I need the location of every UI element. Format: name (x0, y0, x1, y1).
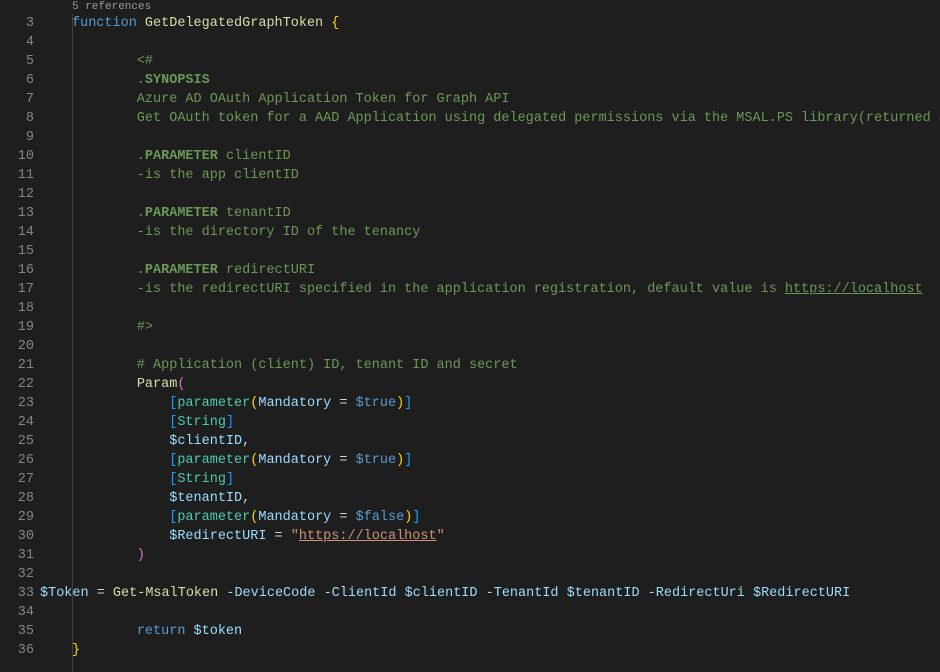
line-number: 27 (0, 470, 34, 489)
code-line[interactable] (40, 128, 940, 147)
code-line[interactable]: $RedirectURI = "https://localhost" (40, 527, 940, 546)
code-line[interactable]: $clientID, (40, 432, 940, 451)
codelens-references[interactable]: 5 references (40, 0, 940, 14)
line-number: 17 (0, 280, 34, 299)
line-number: 13 (0, 204, 34, 223)
code-line[interactable]: .PARAMETER redirectURI (40, 261, 940, 280)
code-line[interactable]: .PARAMETER clientID (40, 147, 940, 166)
line-number: 10 (0, 147, 34, 166)
code-area[interactable]: 5 references function GetDelegatedGraphT… (40, 0, 940, 672)
line-number: 8 (0, 109, 34, 128)
code-line[interactable] (40, 242, 940, 261)
code-line[interactable]: function GetDelegatedGraphToken { (40, 14, 940, 33)
line-number: 26 (0, 451, 34, 470)
code-line[interactable]: -is the directory ID of the tenancy (40, 223, 940, 242)
code-line[interactable] (40, 299, 940, 318)
code-line[interactable] (40, 185, 940, 204)
line-number: 36 (0, 641, 34, 660)
type-string: String (177, 472, 226, 487)
line-number: 9 (0, 128, 34, 147)
code-line[interactable] (40, 337, 940, 356)
code-line[interactable]: Param( (40, 375, 940, 394)
code-line[interactable]: [parameter(Mandatory = $false)] (40, 508, 940, 527)
attr-parameter: parameter (177, 453, 250, 468)
paren: ) (137, 548, 145, 563)
code-line[interactable]: $tenantID, (40, 489, 940, 508)
line-number: 7 (0, 90, 34, 109)
line-number: 21 (0, 356, 34, 375)
line-number: 22 (0, 375, 34, 394)
line-number: 4 (0, 33, 34, 52)
code-line[interactable]: Get OAuth token for a AAD Application us… (40, 109, 940, 128)
line-number: 14 (0, 223, 34, 242)
type-string: String (177, 415, 226, 430)
doc-keyword: PARAMETER (145, 149, 218, 164)
code-editor[interactable]: 3 4 5 6 7 8 9 10 11 12 13 14 15 16 17 18… (0, 0, 940, 672)
doc-keyword: SYNOPSIS (145, 73, 210, 88)
line-number: 11 (0, 166, 34, 185)
keyword-return: return (137, 624, 186, 639)
line-number-gutter: 3 4 5 6 7 8 9 10 11 12 13 14 15 16 17 18… (0, 0, 40, 672)
attr-parameter: parameter (177, 396, 250, 411)
line-number: 23 (0, 394, 34, 413)
code-line[interactable]: # Application (client) ID, tenant ID and… (40, 356, 940, 375)
line-number: 19 (0, 318, 34, 337)
code-line[interactable]: .PARAMETER tenantID (40, 204, 940, 223)
brace: { (323, 16, 339, 31)
code-line[interactable]: return $token (40, 622, 940, 641)
line-number: 25 (0, 432, 34, 451)
keyword-param: Param (137, 377, 178, 392)
line-number: 18 (0, 299, 34, 318)
code-line[interactable]: [String] (40, 470, 940, 489)
code-line[interactable] (40, 33, 940, 52)
line-number: 31 (0, 546, 34, 565)
code-line[interactable] (40, 603, 940, 622)
keyword-function: function (72, 16, 137, 31)
line-number: 30 (0, 527, 34, 546)
paren: ( (177, 377, 185, 392)
line-number: 5 (0, 52, 34, 71)
line-number: 16 (0, 261, 34, 280)
code-line[interactable]: <# (40, 52, 940, 71)
doc-keyword: PARAMETER (145, 263, 218, 278)
url-link[interactable]: https://localhost (785, 282, 923, 297)
line-number: 29 (0, 508, 34, 527)
line-number: 20 (0, 337, 34, 356)
attr-parameter: parameter (177, 510, 250, 525)
doc-keyword: PARAMETER (145, 206, 218, 221)
line-number: 24 (0, 413, 34, 432)
code-line[interactable] (40, 565, 940, 584)
code-line[interactable]: [parameter(Mandatory = $true)] (40, 394, 940, 413)
line-number: 15 (0, 242, 34, 261)
code-line[interactable]: [parameter(Mandatory = $true)] (40, 451, 940, 470)
cmdlet-getmsaltoken: Get-MsalToken (113, 586, 218, 601)
line-number: 12 (0, 185, 34, 204)
code-line[interactable]: -is the redirectURI specified in the app… (40, 280, 940, 299)
code-line[interactable]: #> (40, 318, 940, 337)
line-number: 6 (0, 71, 34, 90)
url-link[interactable]: https://localhost (299, 529, 437, 544)
code-line[interactable]: [String] (40, 413, 940, 432)
code-line[interactable]: -is the app clientID (40, 166, 940, 185)
line-number: 28 (0, 489, 34, 508)
line-number: 3 (0, 14, 34, 33)
code-line[interactable]: } (40, 641, 940, 660)
code-line[interactable]: ) (40, 546, 940, 565)
brace: } (72, 643, 80, 658)
var-token: $token (194, 624, 243, 639)
var-clientid: $clientID (169, 434, 242, 449)
line-number: 32 (0, 565, 34, 584)
code-line[interactable]: .SYNOPSIS (40, 71, 940, 90)
code-line[interactable]: $Token = Get-MsalToken -DeviceCode -Clie… (40, 584, 940, 603)
var-redirecturi: $RedirectURI (169, 529, 266, 544)
var-tenantid: $tenantID (169, 491, 242, 506)
function-name: GetDelegatedGraphToken (145, 16, 323, 31)
line-number: 34 (0, 603, 34, 622)
var-token: $Token (40, 586, 89, 601)
line-number: 35 (0, 622, 34, 641)
line-number: 33 (0, 584, 34, 603)
code-line[interactable]: Azure AD OAuth Application Token for Gra… (40, 90, 940, 109)
